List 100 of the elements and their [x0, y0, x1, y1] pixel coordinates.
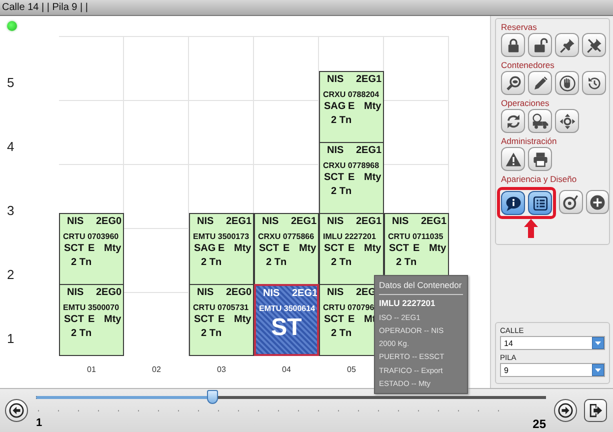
status-dot [7, 21, 17, 31]
container-block[interactable]: NIS 2EG1 CRXU 0775866 SCT E Mty 2 Tn [254, 213, 319, 285]
status-code: E [88, 314, 96, 327]
open-lock-icon [532, 36, 548, 54]
container-number: CRTU 0703960 [63, 232, 119, 241]
container-number: EMTU 3500614 [259, 304, 316, 313]
section-title: Reservas [501, 22, 538, 33]
lock-button[interactable] [501, 33, 525, 57]
container-block[interactable]: NIS 2EG0 CRTU 0705731 SCT E Mty 2 Tn [189, 284, 254, 356]
exit-icon [588, 403, 603, 418]
pin-icon [558, 36, 576, 54]
condition-code: Mty [104, 243, 122, 256]
info-button[interactable] [501, 191, 525, 215]
hand-button[interactable] [555, 71, 579, 95]
terminal-code: SCT [324, 314, 345, 327]
condition-code: Mty [234, 314, 252, 327]
iso-code: 2EG0 [96, 216, 123, 229]
arrow-right-icon [558, 403, 573, 418]
container-block[interactable]: NIS 2EG1 CRXU 0778968 SCT E Mty 2 Tn [319, 142, 384, 214]
operator-code: NIS [392, 216, 410, 229]
status-code: E [218, 314, 226, 327]
inspect-button[interactable] [501, 71, 525, 95]
section-title: Operaciones [501, 98, 550, 109]
history-icon [586, 74, 602, 92]
weight-text: 2 Tn [71, 257, 92, 268]
warning-icon [504, 150, 522, 168]
tier-label: 3 [6, 202, 16, 220]
container-number: CRXU 0788204 [323, 90, 380, 99]
container-block[interactable]: NIS 2EG1 CRXU 0788204 SAG E Mty 2 Tn [319, 71, 384, 143]
section-title: Apariencia y Diseño [501, 174, 578, 185]
condition-code: Mty [429, 243, 448, 256]
weight-text: 2 Tn [201, 328, 222, 339]
measure-button[interactable] [559, 190, 582, 214]
caret-icon [592, 337, 604, 349]
terminal-code: SAG [324, 101, 347, 114]
section-title: Administración [501, 136, 558, 147]
weight-text: 2 Tn [266, 257, 287, 268]
tier-label: 5 [6, 74, 16, 92]
pin-button[interactable] [555, 33, 579, 57]
container-number: EMTU 3500070 [63, 303, 120, 312]
list-button[interactable] [528, 191, 552, 215]
bay-label: 05 [347, 365, 356, 375]
hold-mark: ST [270, 315, 303, 341]
container-number: CRTU 0705731 [193, 303, 249, 312]
slider-min-label: 1 [36, 417, 42, 431]
weight-text: 2 Tn [331, 257, 352, 268]
slider-thumb[interactable] [207, 390, 218, 404]
dropdown-field[interactable]: 9 [500, 363, 605, 377]
speech-bubble-icon [504, 194, 522, 212]
terminal-code: SAG [194, 243, 217, 256]
previous-button[interactable] [5, 399, 28, 422]
tier-label: 1 [6, 330, 16, 348]
operator-code: NIS [197, 216, 215, 229]
iso-code: 2EG1 [356, 145, 383, 158]
iso-code: 2EG1 [356, 74, 383, 87]
slider-max-label: 25 [532, 417, 546, 431]
container-block[interactable]: NIS 2EG1 EMTU 3500173 SAG E Mty 2 Tn [189, 213, 254, 285]
operator-code: NIS [327, 216, 345, 229]
condition-code: Mty [234, 243, 252, 256]
print-button[interactable] [528, 147, 552, 171]
condition-code: Mty [364, 101, 382, 114]
condition-code: Mty [364, 243, 382, 256]
add-button[interactable] [586, 190, 609, 214]
weight-text: 2 Tn [331, 186, 352, 197]
iso-code: 2EG1 [421, 216, 448, 229]
weight-text: 2 Tn [71, 328, 92, 339]
refresh-icon [504, 112, 522, 130]
container-block[interactable]: NIS 2EG1 EMTU 3500614 ST [254, 284, 319, 356]
bay-label: 03 [217, 365, 226, 375]
operator-code: NIS [197, 287, 215, 300]
terminal-code: SCT [389, 243, 410, 256]
dropdown-field[interactable]: 14 [500, 336, 605, 350]
condition-code: Mty [299, 243, 318, 256]
next-button[interactable] [554, 399, 577, 422]
refresh-button[interactable] [501, 109, 525, 133]
status-code: E [88, 243, 96, 256]
container-block[interactable]: NIS 2EG0 CRTU 0703960 SCT E Mty 2 Tn [59, 213, 124, 285]
edit-button[interactable] [528, 71, 552, 95]
list-icon [532, 194, 548, 212]
magnifier-icon [504, 74, 522, 92]
operator-code: NIS [263, 288, 281, 301]
status-code: E [348, 243, 356, 256]
history-button[interactable] [582, 71, 606, 95]
caret-icon [592, 364, 604, 376]
terminal-code: SCT [64, 314, 85, 327]
move-button[interactable] [555, 109, 579, 133]
tier-label: 2 [6, 266, 16, 284]
unlock-button[interactable] [528, 33, 552, 57]
unpin-button[interactable] [582, 33, 606, 57]
container-block[interactable]: NIS 2EG0 EMTU 3500070 SCT E Mty 2 Tn [59, 284, 124, 356]
container-number: CRTU 0711035 [388, 232, 444, 241]
terminal-code: SCT [194, 314, 215, 327]
crossed-pin-icon [586, 36, 602, 54]
weight-text: 2 Tn [331, 328, 352, 339]
iso-code: 2EG1 [292, 288, 317, 301]
printer-icon [532, 150, 548, 168]
exit-button[interactable] [584, 399, 607, 422]
iso-code: 2EG1 [291, 216, 318, 229]
truck-button[interactable] [528, 109, 552, 133]
warning-button[interactable] [501, 147, 525, 171]
